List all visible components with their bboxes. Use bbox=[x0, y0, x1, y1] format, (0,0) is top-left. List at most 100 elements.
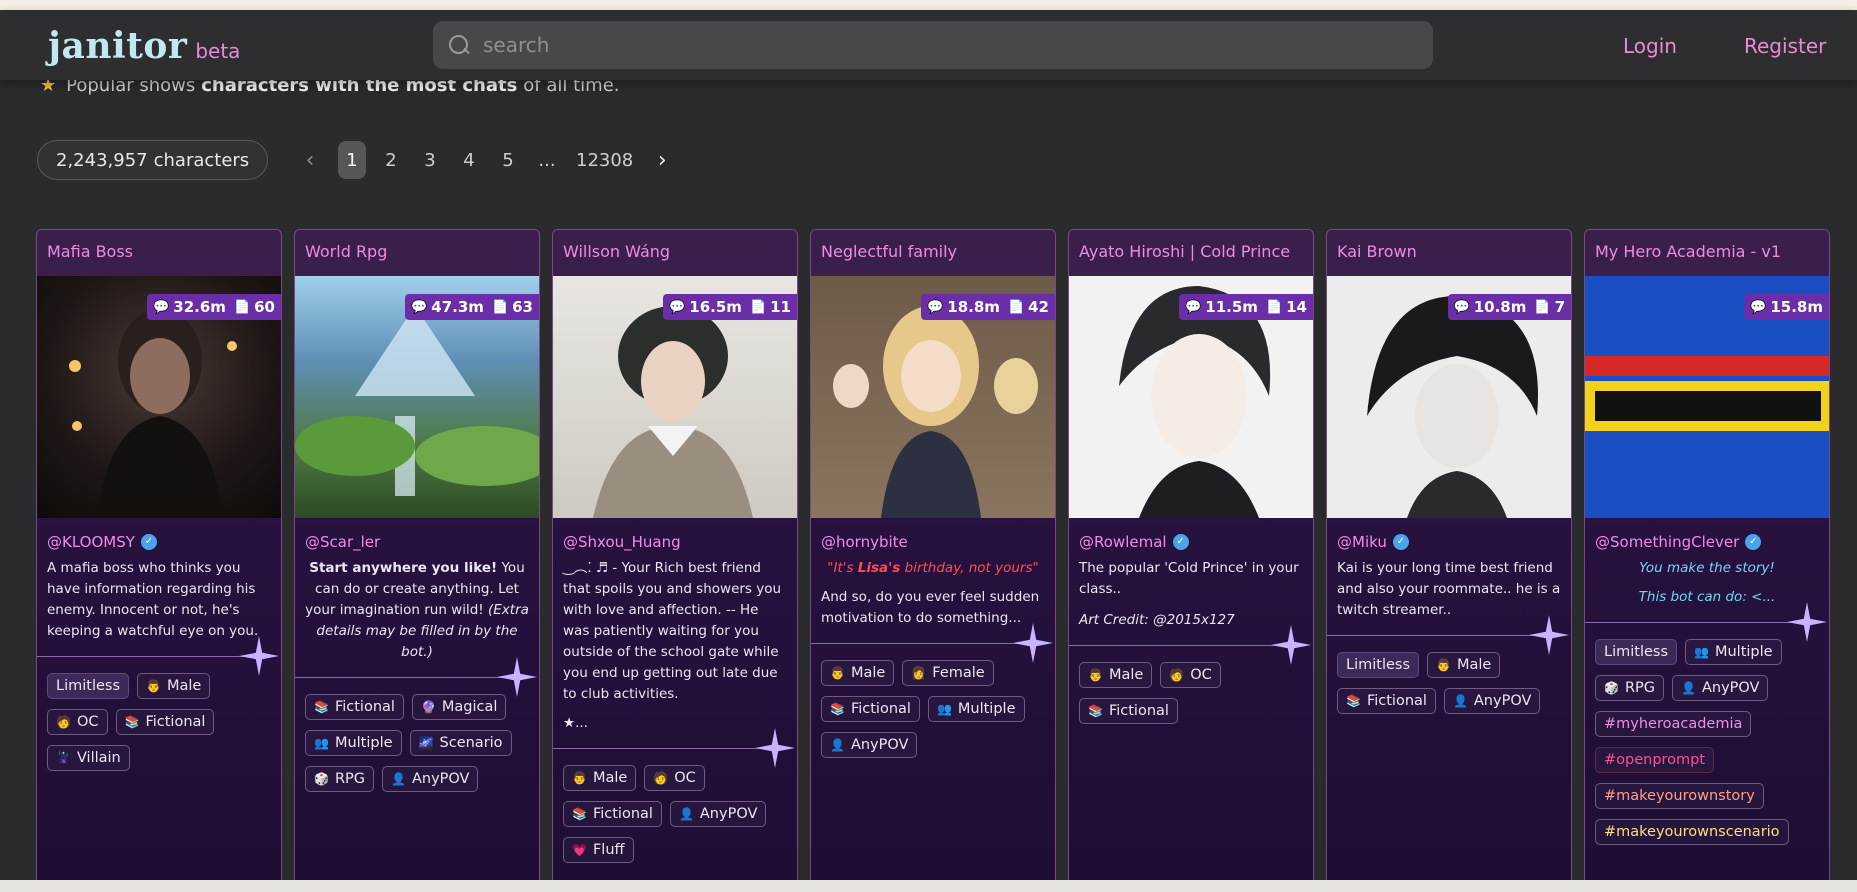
character-card-neglectful-family[interactable]: Neglectful family 💬 18.8m 📄 42 @hornybite … bbox=[810, 229, 1056, 892]
chat-count: 47.3m bbox=[431, 298, 484, 316]
tag-hash-openprompt[interactable]: #openprompt bbox=[1595, 747, 1715, 773]
tag-villain[interactable]: 🦹 Villain bbox=[47, 745, 130, 771]
creator-link[interactable]: @hornybite bbox=[811, 518, 1055, 554]
tag-multiple[interactable]: 👥 Multiple bbox=[305, 730, 402, 756]
tag-multiple[interactable]: 👥 Multiple bbox=[927, 696, 1025, 722]
character-card-willson-wang[interactable]: Willson Wáng 💬 16.5m 📄 11 @Shxou_Huang ‿︵⁚… bbox=[552, 229, 798, 892]
page-2[interactable]: 2 bbox=[377, 141, 405, 179]
tag-fictional[interactable]: 📚 Fictional bbox=[1079, 698, 1178, 724]
divider bbox=[1585, 602, 1827, 642]
message-icon: 📄 bbox=[1265, 299, 1283, 315]
logo-beta-label: beta bbox=[195, 39, 241, 63]
card-description-extra: This bot can do: <... bbox=[1638, 589, 1776, 605]
divider bbox=[295, 657, 537, 697]
page-5[interactable]: 5 bbox=[494, 141, 522, 179]
tag-limitless[interactable]: Limitless bbox=[47, 673, 130, 699]
card-description: A mafia boss who thinks you have informa… bbox=[47, 560, 259, 639]
tag-anypov[interactable]: 👤 AnyPOV bbox=[1443, 688, 1541, 714]
art-credit: Art Credit: @2015x127 bbox=[1079, 612, 1235, 628]
card-title: Neglectful family bbox=[811, 230, 1055, 276]
character-image[interactable]: 💬 11.5m 📄 14 bbox=[1069, 276, 1313, 518]
tag-oc[interactable]: 🧑 OC bbox=[644, 765, 705, 791]
tag-anypov[interactable]: 👤 AnyPOV bbox=[1672, 675, 1769, 701]
tag-magical[interactable]: 🔮 Magical bbox=[411, 694, 507, 720]
creator-name: @Miku bbox=[1337, 532, 1387, 551]
creator-link[interactable]: @SomethingClever ✓ bbox=[1585, 518, 1829, 554]
character-card-mafia-boss[interactable]: Mafia Boss 💬 32.6m 📄 60 @KLOOMSY ✓ A mafia… bbox=[36, 229, 282, 892]
tag-male[interactable]: 👨 Male bbox=[137, 673, 211, 699]
card-stats: 💬 47.3m 📄 63 bbox=[405, 294, 539, 320]
character-card-world-rpg[interactable]: World Rpg 💬 47.3m 📄 63 @Scar_ler Start any… bbox=[294, 229, 540, 892]
tag-fictional[interactable]: 📚 Fictional bbox=[305, 694, 404, 720]
card-title: Mafia Boss bbox=[37, 230, 281, 276]
tag-hash-makeyourownscenario[interactable]: #makeyourownscenario bbox=[1595, 819, 1789, 845]
logo[interactable]: janitor beta bbox=[48, 25, 240, 67]
search-input[interactable] bbox=[483, 33, 1383, 57]
tag-rpg[interactable]: 🎲 RPG bbox=[1595, 675, 1665, 701]
character-card-my-hero-academia[interactable]: My Hero Academia - v1 💬 15.8m @SomethingC… bbox=[1584, 229, 1830, 892]
tag-hash-makeyourownstory[interactable]: #makeyourownstory bbox=[1595, 783, 1764, 809]
prev-page-chevron-icon[interactable]: ‹ bbox=[300, 148, 320, 173]
message-count: 63 bbox=[512, 298, 533, 316]
page-4[interactable]: 4 bbox=[455, 141, 483, 179]
tag-fluff[interactable]: 💗 Fluff bbox=[563, 837, 634, 863]
creator-link[interactable]: @Shxou_Huang bbox=[553, 518, 797, 554]
search-bar[interactable] bbox=[433, 21, 1433, 69]
tag-oc[interactable]: 🧑 OC bbox=[1160, 662, 1221, 688]
male-icon: 👨 bbox=[146, 679, 161, 693]
card-title: Willson Wáng bbox=[553, 230, 797, 276]
page-1[interactable]: 1 bbox=[338, 141, 366, 179]
tag-rpg[interactable]: 🎲 RPG bbox=[305, 766, 375, 792]
tag-list: Limitless 👥 Multiple 🎲 RPG 👤 AnyPOV #myhero… bbox=[1585, 623, 1829, 855]
tag-anypov[interactable]: 👤 AnyPOV bbox=[382, 766, 479, 792]
tag-multiple[interactable]: 👥 Multiple bbox=[1685, 639, 1782, 665]
tag-oc[interactable]: 🧑 OC bbox=[47, 709, 108, 735]
logo-text: janitor bbox=[48, 25, 188, 67]
tag-male[interactable]: 👨 Male bbox=[1079, 662, 1153, 688]
creator-link[interactable]: @KLOOMSY ✓ bbox=[37, 518, 281, 554]
next-page-chevron-icon[interactable]: › bbox=[652, 148, 672, 173]
tag-fictional[interactable]: 📚 Fictional bbox=[1337, 688, 1436, 714]
browser-top-strip bbox=[0, 0, 1857, 10]
character-image[interactable]: 💬 32.6m 📄 60 bbox=[37, 276, 281, 518]
tag-anypov[interactable]: 👤 AnyPOV bbox=[821, 732, 918, 758]
card-title: World Rpg bbox=[295, 230, 539, 276]
card-stats: 💬 32.6m 📄 60 bbox=[147, 294, 281, 320]
character-image[interactable]: 💬 15.8m bbox=[1585, 276, 1829, 518]
chat-icon: 💬 bbox=[1453, 299, 1470, 315]
pagination: ‹ 1 2 3 4 5 ... 12308 › bbox=[300, 140, 690, 180]
login-link[interactable]: Login bbox=[1623, 34, 1677, 58]
tag-fictional[interactable]: 📚 Fictional bbox=[821, 696, 920, 722]
tag-male[interactable]: 👨 Male bbox=[1427, 652, 1501, 678]
chat-count: 15.8m bbox=[1770, 298, 1823, 316]
page-3[interactable]: 3 bbox=[416, 141, 444, 179]
character-card-ayato-hiroshi[interactable]: Ayato Hiroshi | Cold Prince 💬 11.5m 📄 14 @… bbox=[1068, 229, 1314, 892]
tag-fictional[interactable]: 📚 Fictional bbox=[563, 801, 662, 827]
character-image[interactable]: 💬 18.8m 📄 42 bbox=[811, 276, 1055, 518]
creator-link[interactable]: @Rowlemal ✓ bbox=[1069, 518, 1313, 554]
tag-male[interactable]: 👨 Male bbox=[563, 765, 637, 791]
verified-icon: ✓ bbox=[1172, 533, 1189, 550]
tag-limitless[interactable]: Limitless bbox=[1337, 652, 1420, 678]
character-card-kai-brown[interactable]: Kai Brown 💬 10.8m 📄 7 @Miku ✓ Kai is your … bbox=[1326, 229, 1572, 892]
books-icon: 📚 bbox=[1346, 694, 1361, 708]
creator-link[interactable]: @Miku ✓ bbox=[1327, 518, 1571, 554]
character-image[interactable]: 💬 16.5m 📄 11 bbox=[553, 276, 797, 518]
character-image[interactable]: 💬 10.8m 📄 7 bbox=[1327, 276, 1571, 518]
male-icon: 👨 bbox=[1088, 668, 1103, 682]
creator-name: @Rowlemal bbox=[1079, 532, 1167, 551]
tag-scenario[interactable]: 🌌 Scenario bbox=[409, 730, 512, 756]
register-link[interactable]: Register bbox=[1744, 34, 1826, 58]
card-description: Kai is your long time best friend and al… bbox=[1337, 560, 1561, 618]
dice-icon: 🎲 bbox=[1604, 681, 1619, 695]
tag-hash-myheroacademia[interactable]: #myheroacademia bbox=[1595, 711, 1752, 737]
chat-count: 11.5m bbox=[1205, 298, 1258, 316]
creator-link[interactable]: @Scar_ler bbox=[295, 518, 539, 554]
character-image[interactable]: 💬 47.3m 📄 63 bbox=[295, 276, 539, 518]
tag-limitless[interactable]: Limitless bbox=[1595, 639, 1678, 665]
tag-anypov[interactable]: 👤 AnyPOV bbox=[669, 801, 767, 827]
tag-fictional[interactable]: 📚 Fictional bbox=[115, 709, 215, 735]
page-last[interactable]: 12308 bbox=[572, 141, 637, 179]
tag-female[interactable]: 👩 Female bbox=[902, 660, 994, 686]
tag-male[interactable]: 👨 Male bbox=[821, 660, 895, 686]
